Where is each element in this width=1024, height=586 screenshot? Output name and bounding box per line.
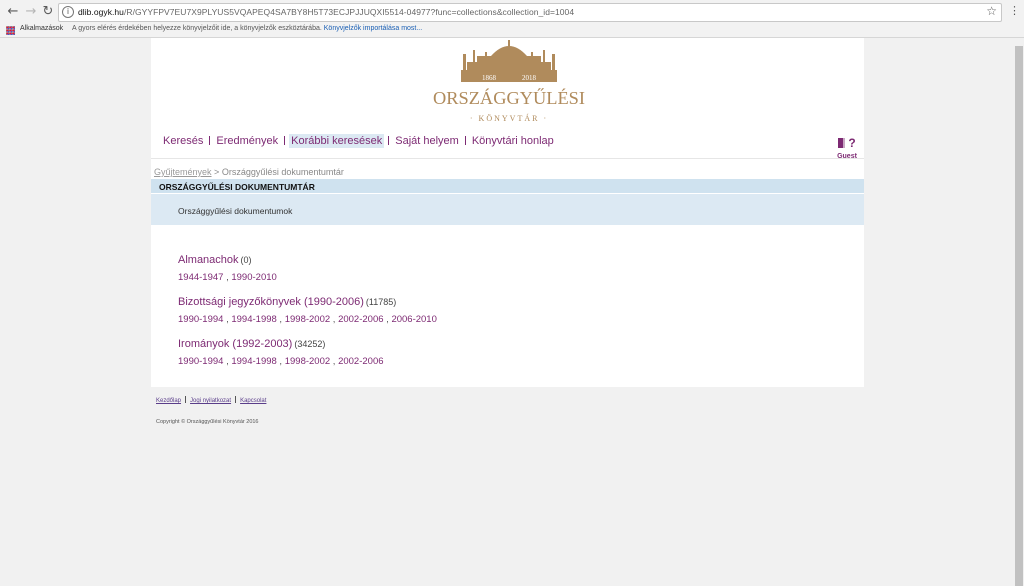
logo-year-left: 1868 (482, 74, 497, 82)
copyright: Copyright © Országgyűlési Könyvtár 2016 (156, 419, 259, 425)
url-host: dlib.ogyk.hu (78, 7, 124, 17)
group-count: (0) (240, 255, 252, 265)
menu-separator (388, 136, 390, 145)
menu-separator (464, 136, 466, 145)
subcollection-link[interactable]: 2002-2006 (338, 356, 383, 367)
footer-home-link[interactable]: Kezdőlap (156, 398, 181, 404)
menu-divider (151, 158, 864, 159)
collection-group-committee-minutes: Bizottsági jegyzőkönyvek (1990-2006) (117… (178, 292, 437, 325)
menu-item-library-homepage[interactable]: Könyvtári honlap (470, 134, 556, 148)
footer-links: Kezdőlap Jogi nyilatkozat Kapcsolat (156, 396, 266, 404)
menu-item-previous-searches[interactable]: Korábbi keresések (289, 134, 385, 148)
footer-legal-link[interactable]: Jogi nyilatkozat (190, 398, 231, 404)
menu-item-results[interactable]: Eredmények (214, 134, 280, 148)
subcollection-link[interactable]: 1998-2002 (285, 314, 330, 325)
subcollection-link[interactable]: 1990-1994 (178, 356, 223, 367)
forward-arrow-icon[interactable]: → (23, 4, 39, 20)
book-icon[interactable] (838, 137, 846, 148)
collection-title: ORSZÁGGYŰLÉSI DOKUMENTUMTÁR (159, 182, 315, 192)
group-subcollections: 1990-1994 , 1994-1998 , 1998-2002 , 2002… (178, 356, 384, 367)
scrollbar-thumb[interactable] (1015, 46, 1023, 586)
subcollection-link[interactable]: 2006-2010 (391, 314, 436, 325)
subcollection-link[interactable]: 1998-2002 (285, 356, 330, 367)
bookmark-star-icon[interactable]: ☆ (986, 4, 997, 18)
logo-title: ORSZÁGGYŰLÉSI (433, 87, 585, 108)
breadcrumb: Gyűjtemények > Országgyűlési dokumentumt… (154, 167, 344, 177)
footer-contact-link[interactable]: Kapcsolat (240, 398, 266, 404)
breadcrumb-collections-link[interactable]: Gyűjtemények (154, 167, 212, 177)
menu-separator (284, 136, 286, 145)
collection-description-box: Országgyűlési dokumentumok (151, 194, 864, 225)
menu-item-search[interactable]: Keresés (161, 134, 205, 148)
bookmarks-bar: Alkalmazások A gyors elérés érdekében he… (0, 23, 1024, 37)
info-icon[interactable]: i (62, 6, 74, 18)
library-logo[interactable]: 1868 2018 ORSZÁGGYŰLÉSI · KÖNYVTÁR · (429, 40, 589, 126)
group-title-link[interactable]: Almanachok (178, 254, 239, 266)
browser-chrome: ← → ↻ i dlib.ogyk.hu/R/GYYFPV7EU7X9PLYUS… (0, 0, 1024, 38)
breadcrumb-current: Országgyűlési dokumentumtár (221, 167, 344, 177)
group-count: (34252) (294, 339, 326, 349)
logo-year-right: 2018 (522, 74, 537, 82)
subcollection-link[interactable]: 1994-1998 (231, 356, 276, 367)
group-title-link[interactable]: Irományok (1992-2003) (178, 338, 292, 350)
group-title-link[interactable]: Bizottsági jegyzőkönyvek (1990-2006) (178, 296, 364, 308)
bookmarks-hint-text: A gyors elérés érdekében helyezze könyvj… (72, 25, 322, 32)
breadcrumb-separator: > (214, 167, 220, 177)
collection-description: Országgyűlési dokumentumok (178, 206, 293, 216)
subcollection-link[interactable]: 1944-1947 (178, 272, 223, 283)
bookmarks-hint: A gyors elérés érdekében helyezze könyvj… (72, 25, 422, 32)
address-url[interactable]: dlib.ogyk.hu/R/GYYFPV7EU7X9PLYUS5VQAPEQ4… (78, 7, 574, 17)
collection-header: ORSZÁGGYŰLÉSI DOKUMENTUMTÁR (151, 179, 864, 194)
collection-group-almanachok: Almanachok (0) 1944-1947 , 1990-2010 (178, 250, 277, 283)
group-subcollections: 1944-1947 , 1990-2010 (178, 272, 277, 283)
subcollection-link[interactable]: 2002-2006 (338, 314, 383, 325)
menu-item-my-place[interactable]: Saját helyem (393, 134, 461, 148)
reload-icon[interactable]: ↻ (40, 4, 56, 20)
footer-separator (185, 396, 187, 403)
address-bar[interactable]: i dlib.ogyk.hu/R/GYYFPV7EU7X9PLYUS5VQAPE… (58, 3, 1002, 22)
footer-separator (235, 396, 237, 403)
url-path: /R/GYYFPV7EU7X9PLYUS5VQAPEQ4SA7BY8H5T73E… (123, 7, 575, 17)
back-arrow-icon[interactable]: ← (5, 4, 21, 20)
subcollection-link[interactable]: 1990-2010 (231, 272, 276, 283)
subcollection-link[interactable]: 1994-1998 (231, 314, 276, 325)
group-subcollections: 1990-1994 , 1994-1998 , 1998-2002 , 2002… (178, 314, 437, 325)
parliament-building-icon (461, 40, 557, 82)
bookmarks-apps-link[interactable]: Alkalmazások (20, 25, 63, 32)
user-area: ? Guest (835, 134, 859, 160)
collection-group-documents: Irományok (1992-2003) (34252) 1990-1994 ,… (178, 334, 384, 367)
group-count: (11785) (365, 297, 397, 307)
main-menu: Keresés Eredmények Korábbi keresések Saját … (161, 134, 556, 150)
menu-separator (209, 136, 211, 145)
logo-subtitle: · KÖNYVTÁR · (470, 113, 548, 123)
page-container: 1868 2018 ORSZÁGGYŰLÉSI · KÖNYVTÁR · Ker… (151, 38, 864, 387)
bookmarks-import-link[interactable]: Könyvjelzők importálása most... (324, 25, 422, 32)
help-icon[interactable]: ? (848, 136, 855, 150)
apps-grid-icon[interactable] (6, 26, 15, 35)
subcollection-link[interactable]: 1990-1994 (178, 314, 223, 325)
browser-menu-icon[interactable]: ⋮ (1009, 5, 1020, 17)
